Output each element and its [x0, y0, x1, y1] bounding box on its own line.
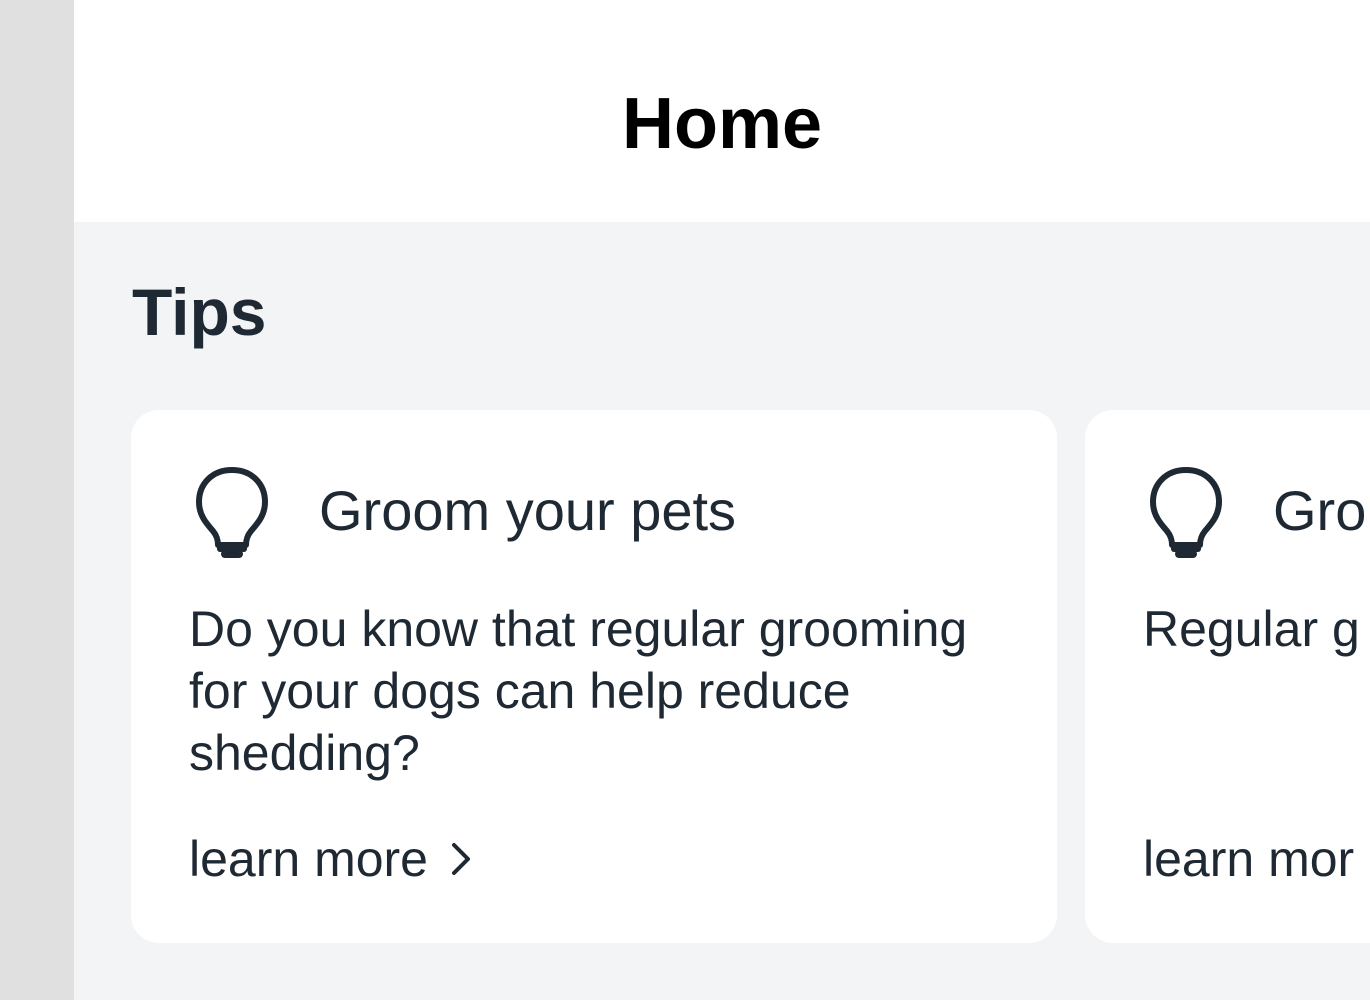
lightbulb-icon [1150, 467, 1222, 558]
tip-card[interactable]: Groom your pets Do you know that regular… [131, 410, 1057, 943]
left-gutter [0, 0, 74, 1000]
tip-body: Do you know that regular grooming for yo… [189, 601, 968, 781]
learn-more-link[interactable]: learn more [189, 828, 472, 890]
app-screen: Home Tips Groom your pets Do you know th… [74, 0, 1370, 1000]
learn-more-label: learn mor [1143, 831, 1355, 887]
chevron-right-icon [452, 843, 470, 875]
tip-title: Gro [1273, 479, 1367, 542]
tips-section-title: Tips [132, 275, 267, 349]
learn-more-label: learn more [189, 831, 428, 887]
tip-card[interactable]: Gro Regular g reduce sh mats in th learn… [1085, 410, 1370, 943]
page-title: Home [621, 84, 823, 164]
lightbulb-icon [196, 467, 268, 558]
tip-title: Groom your pets [319, 479, 737, 542]
tip-body: Regular g reduce sh mats in th [1143, 601, 1370, 657]
learn-more-link[interactable]: learn mor [1143, 828, 1354, 890]
top-header: Home [74, 0, 1370, 222]
